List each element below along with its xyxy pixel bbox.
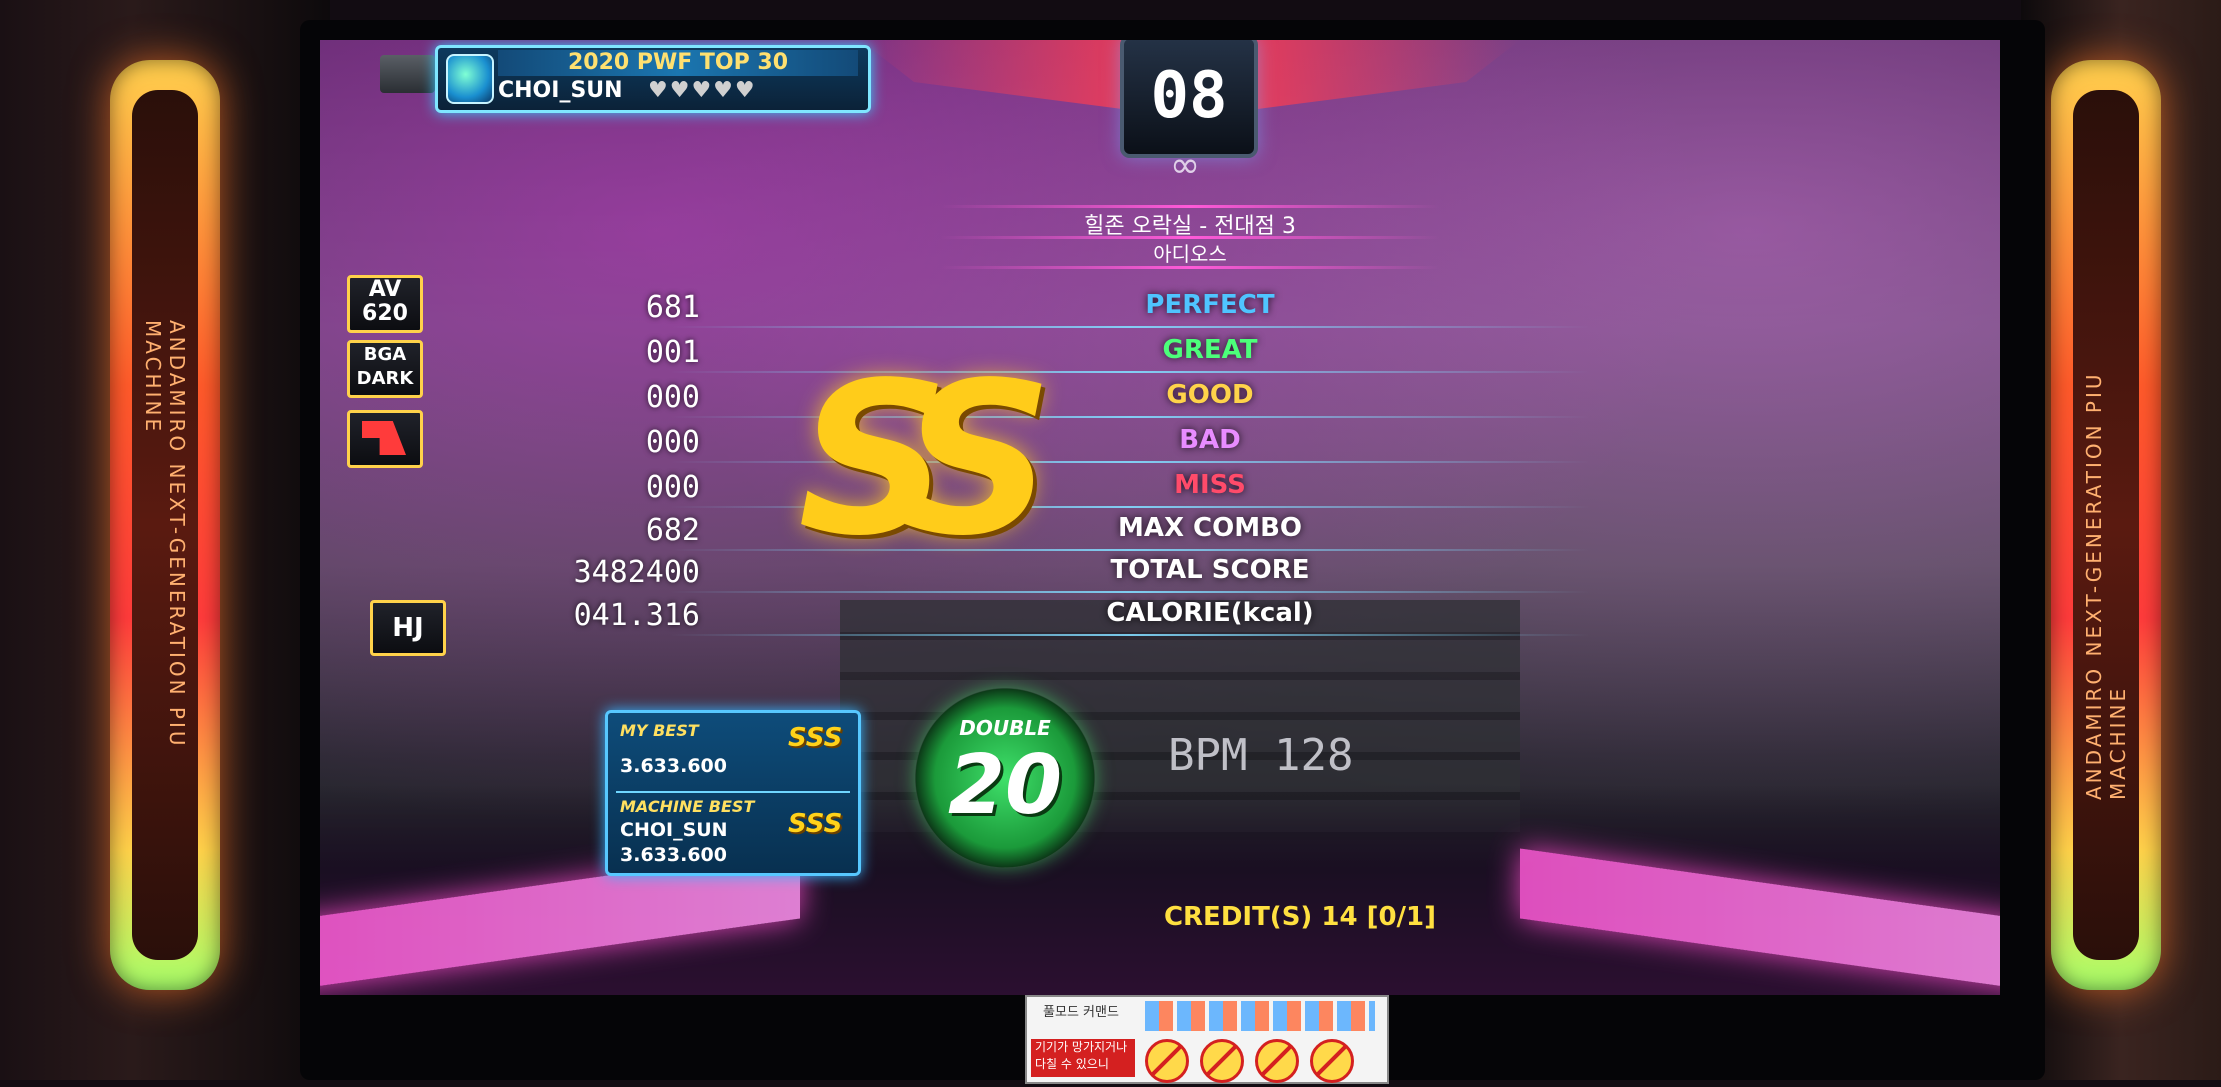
song-divider-bottom <box>940 266 1440 269</box>
result-value: 000 <box>645 425 700 460</box>
heart-icons: ♥♥♥♥♥ <box>648 78 757 103</box>
stage-counter: 08 <box>1120 40 1258 158</box>
sticker-warning: 기기가 망가지거나 다칠 수 있으니 <box>1031 1039 1135 1077</box>
player-name: CHOI_SUN <box>498 78 623 103</box>
result-divider <box>670 326 1590 328</box>
machine-best-player: CHOI_SUN <box>620 819 728 841</box>
bga-mode: DARK <box>356 368 414 389</box>
machine-best-label: MACHINE BEST <box>620 797 755 816</box>
chart-level-number: 20 <box>947 738 1063 833</box>
header-wing-left <box>860 40 1130 110</box>
result-row-great: 001 GREAT <box>470 335 1590 375</box>
best-score-panel: MY BEST SSS 3.633.600 MACHINE BEST SSS C… <box>605 710 861 876</box>
result-label: CALORIE(kcal) <box>1106 598 1314 628</box>
my-best-grade: SSS <box>788 723 843 753</box>
my-best-label: MY BEST <box>620 721 699 740</box>
machine-best-score: 3.633.600 <box>620 844 727 866</box>
av-value: 620 <box>362 301 408 326</box>
av-label: AV <box>368 277 402 302</box>
player-info-bar: 2020 PWF TOP 30 CHOI_SUN ♥♥♥♥♥ <box>435 45 871 113</box>
result-value: 001 <box>645 335 700 370</box>
no-food-icon <box>1200 1039 1245 1083</box>
game-screen: 2020 PWF TOP 30 CHOI_SUN ♥♥♥♥♥ 08 ∞ 힐존 오… <box>320 40 2000 995</box>
av-speed-badge: AV 620 <box>347 275 423 333</box>
command-arrows-icon <box>1145 1001 1375 1031</box>
chart-level-disc: DOUBLE 20 <box>915 688 1095 868</box>
result-label: TOTAL SCORE <box>1110 555 1310 585</box>
cabinet-side-text-left: ANDAMIRO NEXT-GENERATION PIU MACHINE <box>141 320 189 749</box>
player-avatar <box>446 54 494 104</box>
result-row-total-score: 3482400 TOTAL SCORE <box>470 555 1590 595</box>
no-drink-icon <box>1255 1039 1300 1083</box>
player-title: 2020 PWF TOP 30 <box>498 50 858 76</box>
machine-best-grade: SSS <box>788 809 843 839</box>
result-row-calorie: 041.316 CALORIE(kcal) <box>470 598 1590 638</box>
cabinet-sticker: 풀모드 커맨드 기기가 망가지거나 다칠 수 있으니 <box>1025 995 1389 1084</box>
usb-plug-icon <box>380 55 435 93</box>
result-label: PERFECT <box>1145 290 1275 320</box>
result-value: 000 <box>645 470 700 505</box>
result-value: 682 <box>645 513 700 548</box>
song-artist: 아디오스 <box>1153 242 1227 266</box>
result-value: 000 <box>645 380 700 415</box>
bga-label: BGA <box>363 344 407 365</box>
hj-judge-badge: HJ <box>370 600 446 656</box>
stage-number: 08 <box>1150 59 1228 133</box>
bga-dark-badge: BGA DARK <box>347 340 423 398</box>
result-row-perfect: 681 PERFECT <box>470 290 1590 330</box>
chart-mode: DOUBLE <box>959 716 1051 740</box>
header-wing-right <box>1250 40 1520 110</box>
result-label: GREAT <box>1162 335 1258 365</box>
credit-counter: CREDIT(S) 14 [0/1] <box>1163 902 1437 932</box>
result-divider <box>670 591 1590 593</box>
my-best-score: 3.633.600 <box>620 755 727 777</box>
arrow-skin-badge <box>347 410 423 468</box>
best-divider <box>616 791 850 793</box>
result-value: 681 <box>645 290 700 325</box>
result-value: 041.316 <box>573 598 700 633</box>
result-divider <box>670 634 1590 636</box>
result-value: 3482400 <box>573 555 700 590</box>
no-smoking-icon <box>1145 1039 1189 1083</box>
bpm-display: BPM 128 <box>1168 730 1354 781</box>
grade-rank: SS <box>798 337 1053 582</box>
arrow-skin-icon <box>362 421 406 455</box>
sticker-heading: 풀모드 커맨드 <box>1043 1005 1119 1020</box>
cabinet-side-text-right: ANDAMIRO NEXT-GENERATION PIU MACHINE <box>2082 371 2130 800</box>
infinity-icon: ∞ <box>1170 145 1200 186</box>
no-climbing-icon <box>1310 1039 1355 1083</box>
